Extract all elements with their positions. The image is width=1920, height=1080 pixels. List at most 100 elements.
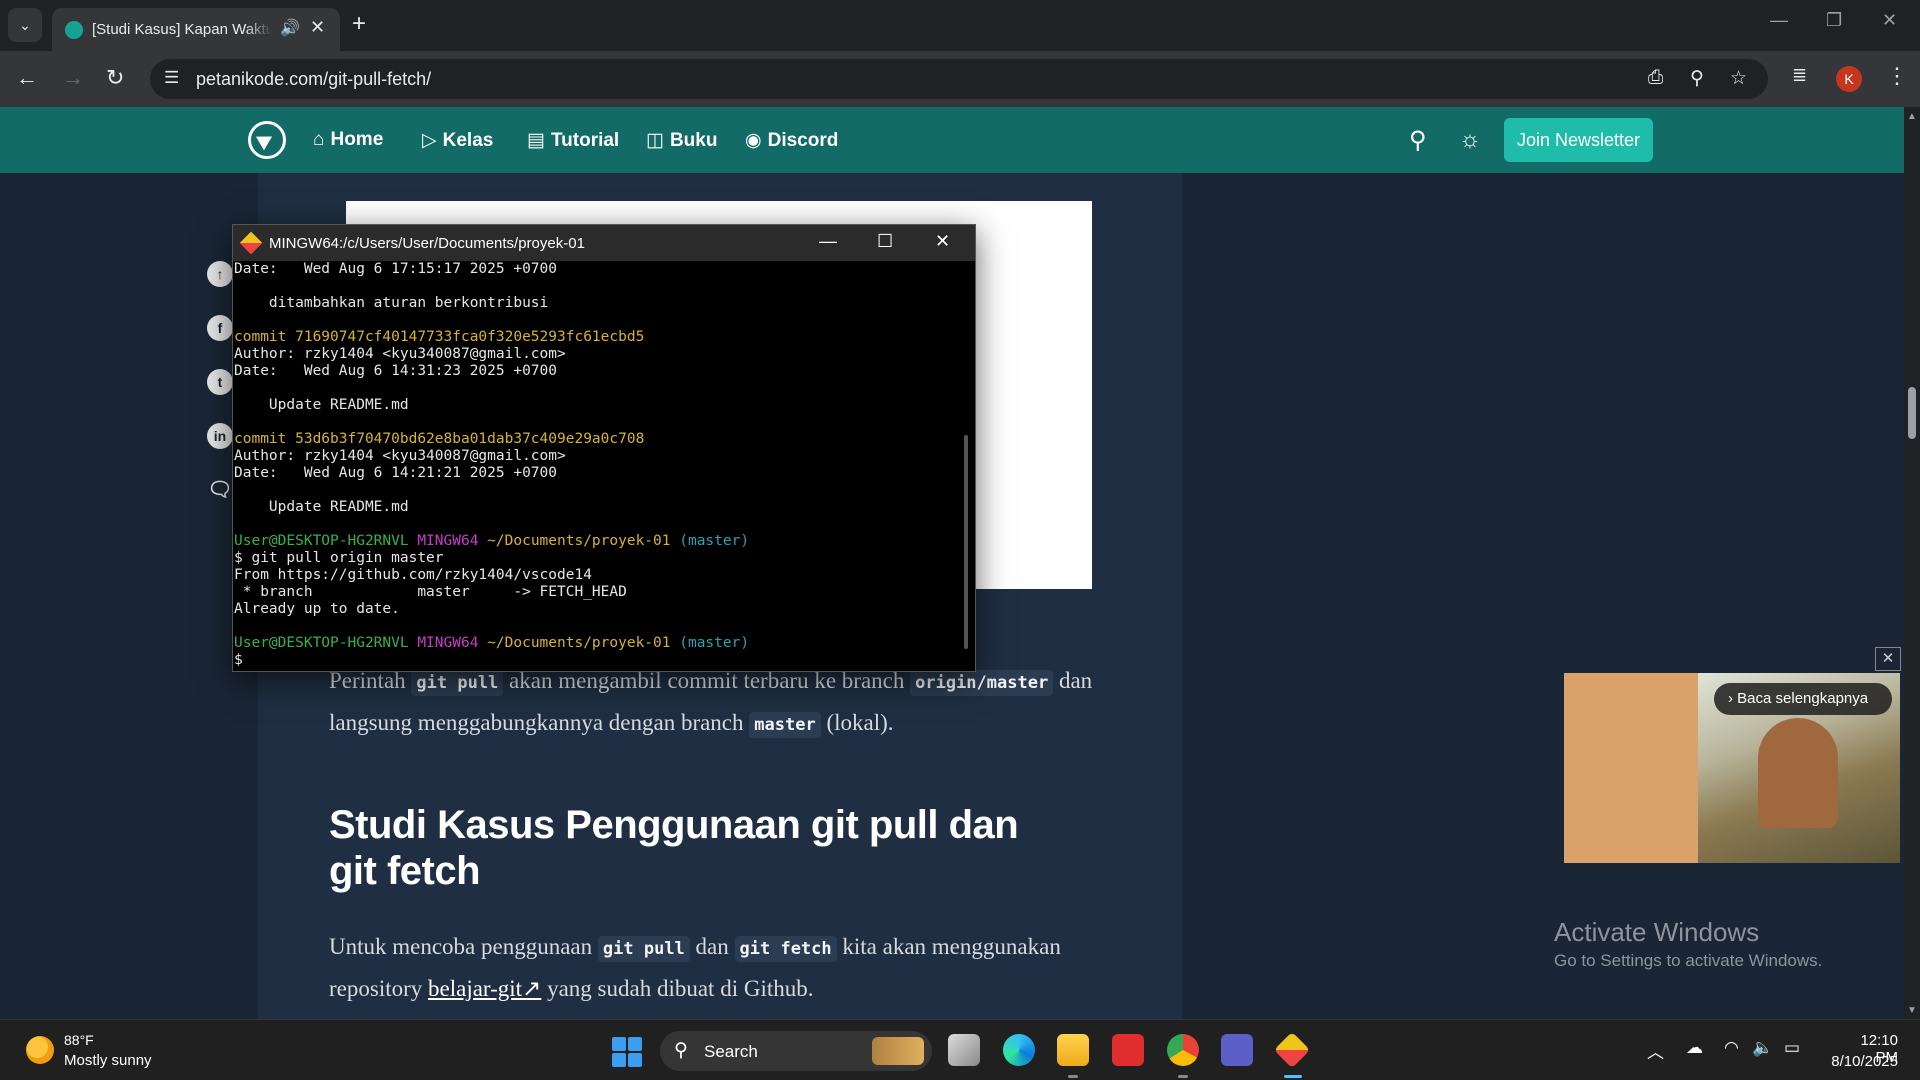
weather-temperature[interactable]: 88°F	[64, 1032, 94, 1048]
code-master: master	[749, 712, 821, 738]
start-button[interactable]	[612, 1037, 642, 1067]
clock-date[interactable]: 8/10/2025	[1814, 1053, 1898, 1070]
terminal-text: Date: Wed Aug 6 17:15:17 2025 +0700	[234, 261, 558, 277]
terminal-output[interactable]: Date: Wed Aug 6 17:15:17 2025 +0700 dita…	[234, 261, 954, 671]
play-circle-icon: ▷	[422, 130, 437, 151]
nav-buku[interactable]: ◫ Buku	[646, 129, 717, 152]
scroll-top-icon[interactable]: ↑	[207, 261, 233, 287]
task-view-icon[interactable]	[948, 1034, 980, 1066]
new-tab-button[interactable]: +	[352, 10, 366, 38]
terminal-close-icon[interactable]: ✕	[935, 231, 950, 252]
belajar-git-link[interactable]: belajar-git↗	[428, 976, 541, 1001]
ad-read-more-button[interactable]: › Baca selengkapnya	[1714, 683, 1892, 715]
terminal-text: Date: Wed Aug 6 14:21:21 2025 +0700	[234, 465, 558, 481]
para2-text-3: kita akan	[842, 934, 927, 959]
tab-list-button[interactable]: ⌄	[8, 8, 42, 42]
zoom-icon[interactable]: ⚲	[1690, 67, 1704, 90]
volume-icon[interactable]: 🔈	[1752, 1038, 1773, 1058]
nav-discord[interactable]: ◉ Discord	[745, 129, 838, 152]
search-icon[interactable]: ⚲	[1409, 126, 1427, 155]
start-tile	[628, 1053, 642, 1067]
comments-icon[interactable]: 🗨	[207, 477, 233, 503]
browser-tab[interactable]: [Studi Kasus] Kapan Waktu yang Tepat 🔊 ✕	[52, 8, 340, 51]
terminal-text: User@DESKTOP-HG2RNVL	[234, 635, 418, 651]
audio-playing-icon[interactable]: 🔊	[280, 18, 300, 38]
terminal-minimize-icon[interactable]: —	[819, 231, 837, 252]
nav-home[interactable]: ⌂ Home	[313, 129, 383, 151]
section-heading: Studi Kasus Penggunaan git pull dan git …	[329, 803, 1019, 893]
file-explorer-icon[interactable]	[1057, 1034, 1089, 1066]
weather-description[interactable]: Mostly sunny	[64, 1052, 152, 1069]
terminal-text: ~/Documents/proyek-01	[487, 635, 680, 651]
browser-tab-bar: ⌄ [Studi Kasus] Kapan Waktu yang Tepat 🔊…	[0, 0, 1920, 51]
advertisement[interactable]: › Baca selengkapnya	[1564, 673, 1900, 863]
terminal-text: Already up to date.	[234, 601, 400, 617]
search-label: Search	[704, 1042, 758, 1061]
browser-menu-icon[interactable]: ⋮	[1886, 63, 1908, 89]
onedrive-icon[interactable]: ☁	[1686, 1038, 1703, 1058]
terminal-line: User@DESKTOP-HG2RNVL MINGW64 ~/Documents…	[234, 533, 954, 550]
wps-office-icon[interactable]	[1112, 1034, 1144, 1066]
battery-icon[interactable]: ▭	[1784, 1038, 1800, 1058]
site-favicon-icon	[65, 21, 83, 39]
twitter-icon[interactable]: t	[207, 369, 233, 395]
forward-icon[interactable]: →	[62, 65, 84, 91]
nav-tutorial-label: Tutorial	[550, 130, 620, 151]
install-app-icon[interactable]: ⎙	[1648, 67, 1663, 89]
terminal-maximize-icon[interactable]: ☐	[877, 231, 893, 252]
address-bar[interactable]: ☰ petanikode.com/git-pull-fetch/ ⎙ ⚲ ☆	[150, 59, 1768, 99]
edge-browser-icon[interactable]	[1003, 1034, 1035, 1066]
terminal-scrollbar[interactable]	[964, 435, 968, 649]
git-bash-window[interactable]: MINGW64:/c/Users/User/Documents/proyek-0…	[232, 224, 976, 672]
minimize-window-icon[interactable]: —	[1770, 10, 1788, 31]
git-bash-taskbar-icon[interactable]	[1273, 1031, 1311, 1069]
running-indicator	[1068, 1075, 1078, 1078]
wifi-icon[interactable]: ◠	[1724, 1038, 1739, 1058]
url-text[interactable]: petanikode.com/git-pull-fetch/	[196, 69, 431, 90]
close-tab-icon[interactable]: ✕	[310, 17, 325, 38]
terminal-line: Update README.md	[234, 397, 954, 414]
ad-close-button[interactable]: ✕	[1875, 647, 1901, 671]
scroll-up-icon[interactable]: ▲	[1907, 111, 1917, 122]
profile-avatar[interactable]: K	[1836, 66, 1862, 92]
join-newsletter-button[interactable]: Join Newsletter	[1504, 118, 1653, 162]
reload-icon[interactable]: ↻	[106, 65, 124, 91]
show-hidden-icons[interactable]: ︿	[1647, 1038, 1664, 1063]
nav-tutorial[interactable]: ▤ Tutorial	[527, 129, 619, 152]
bookmark-star-icon[interactable]: ☆	[1730, 67, 1747, 90]
home-icon: ⌂	[313, 129, 325, 150]
terminal-text: (master)	[679, 635, 750, 651]
site-info-icon[interactable]: ☰	[164, 68, 179, 88]
terminal-titlebar[interactable]: MINGW64:/c/Users/User/Documents/proyek-0…	[233, 225, 975, 261]
petanikode-logo[interactable]	[248, 121, 286, 159]
nav-kelas[interactable]: ▷ Kelas	[422, 129, 493, 152]
discord-icon: ◉	[745, 130, 762, 151]
facebook-icon[interactable]: f	[207, 315, 233, 341]
theme-toggle-icon[interactable]: ☼	[1459, 126, 1481, 154]
book-icon: ◫	[646, 130, 664, 151]
code-origin-master: origin/master	[910, 670, 1054, 696]
taskbar-search[interactable]: ⚲ Search	[660, 1031, 932, 1071]
code-git-pull: git pull	[411, 670, 504, 696]
teams-icon[interactable]	[1221, 1034, 1253, 1066]
restore-window-icon[interactable]: ❐	[1826, 10, 1842, 31]
media-controls-icon[interactable]: ≣	[1792, 65, 1807, 86]
scrollbar-thumb[interactable]	[1908, 387, 1916, 439]
terminal-text: MINGW64	[417, 635, 488, 651]
terminal-text: User@DESKTOP-HG2RNVL	[234, 533, 418, 549]
close-window-icon[interactable]: ✕	[1882, 10, 1897, 31]
terminal-text: Update README.md	[234, 397, 409, 413]
back-icon[interactable]: ←	[16, 65, 38, 91]
linkedin-icon[interactable]: in	[207, 423, 233, 449]
weather-sun-icon[interactable]	[26, 1036, 54, 1064]
terminal-text: From https://github.com/rzky1404/vscode1…	[234, 567, 592, 583]
terminal-text: Author: rzky1404 <kyu340087@gmail.com>	[234, 448, 566, 464]
terminal-line: Date: Wed Aug 6 14:21:21 2025 +0700	[234, 465, 954, 482]
page-scrollbar[interactable]: ▲ ▼	[1904, 107, 1920, 1019]
scroll-down-icon[interactable]: ▼	[1907, 1005, 1917, 1016]
chrome-icon[interactable]	[1167, 1034, 1199, 1066]
code-git-fetch: git fetch	[734, 936, 837, 962]
